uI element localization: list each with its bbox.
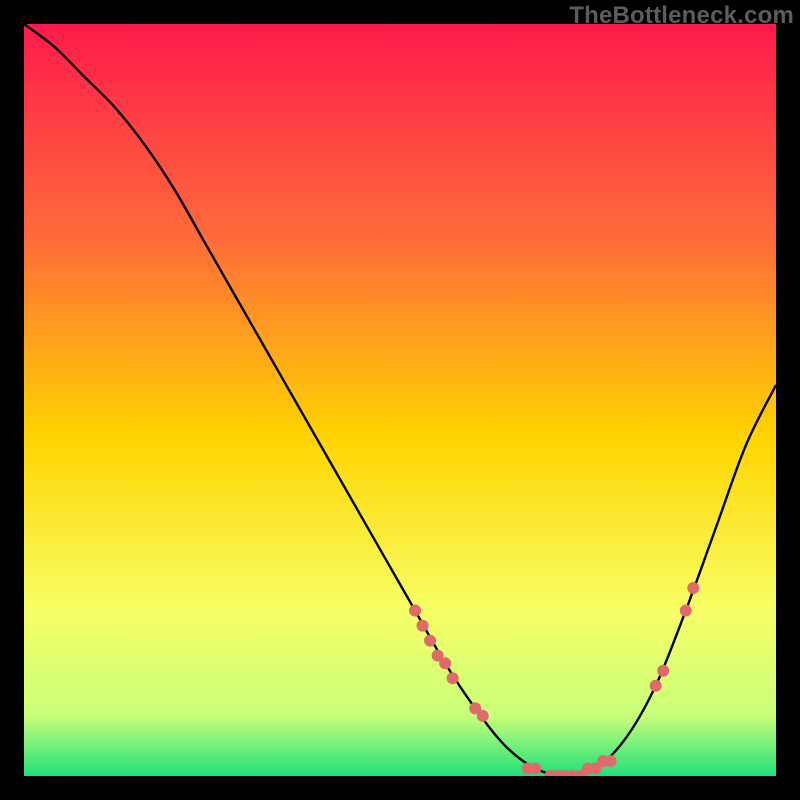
marker-point [605,755,617,767]
marker-point [680,605,692,617]
marker-point [447,672,459,684]
marker-point [417,620,429,632]
chart-frame [24,24,776,776]
marker-point [477,710,489,722]
chart-svg [24,24,776,776]
watermark-text: TheBottleneck.com [569,2,794,30]
marker-point [409,605,421,617]
marker-point [687,582,699,594]
marker-point [424,635,436,647]
marker-point [529,762,541,774]
chart-background [24,24,776,776]
marker-point [439,657,451,669]
marker-point [657,665,669,677]
marker-point [650,680,662,692]
